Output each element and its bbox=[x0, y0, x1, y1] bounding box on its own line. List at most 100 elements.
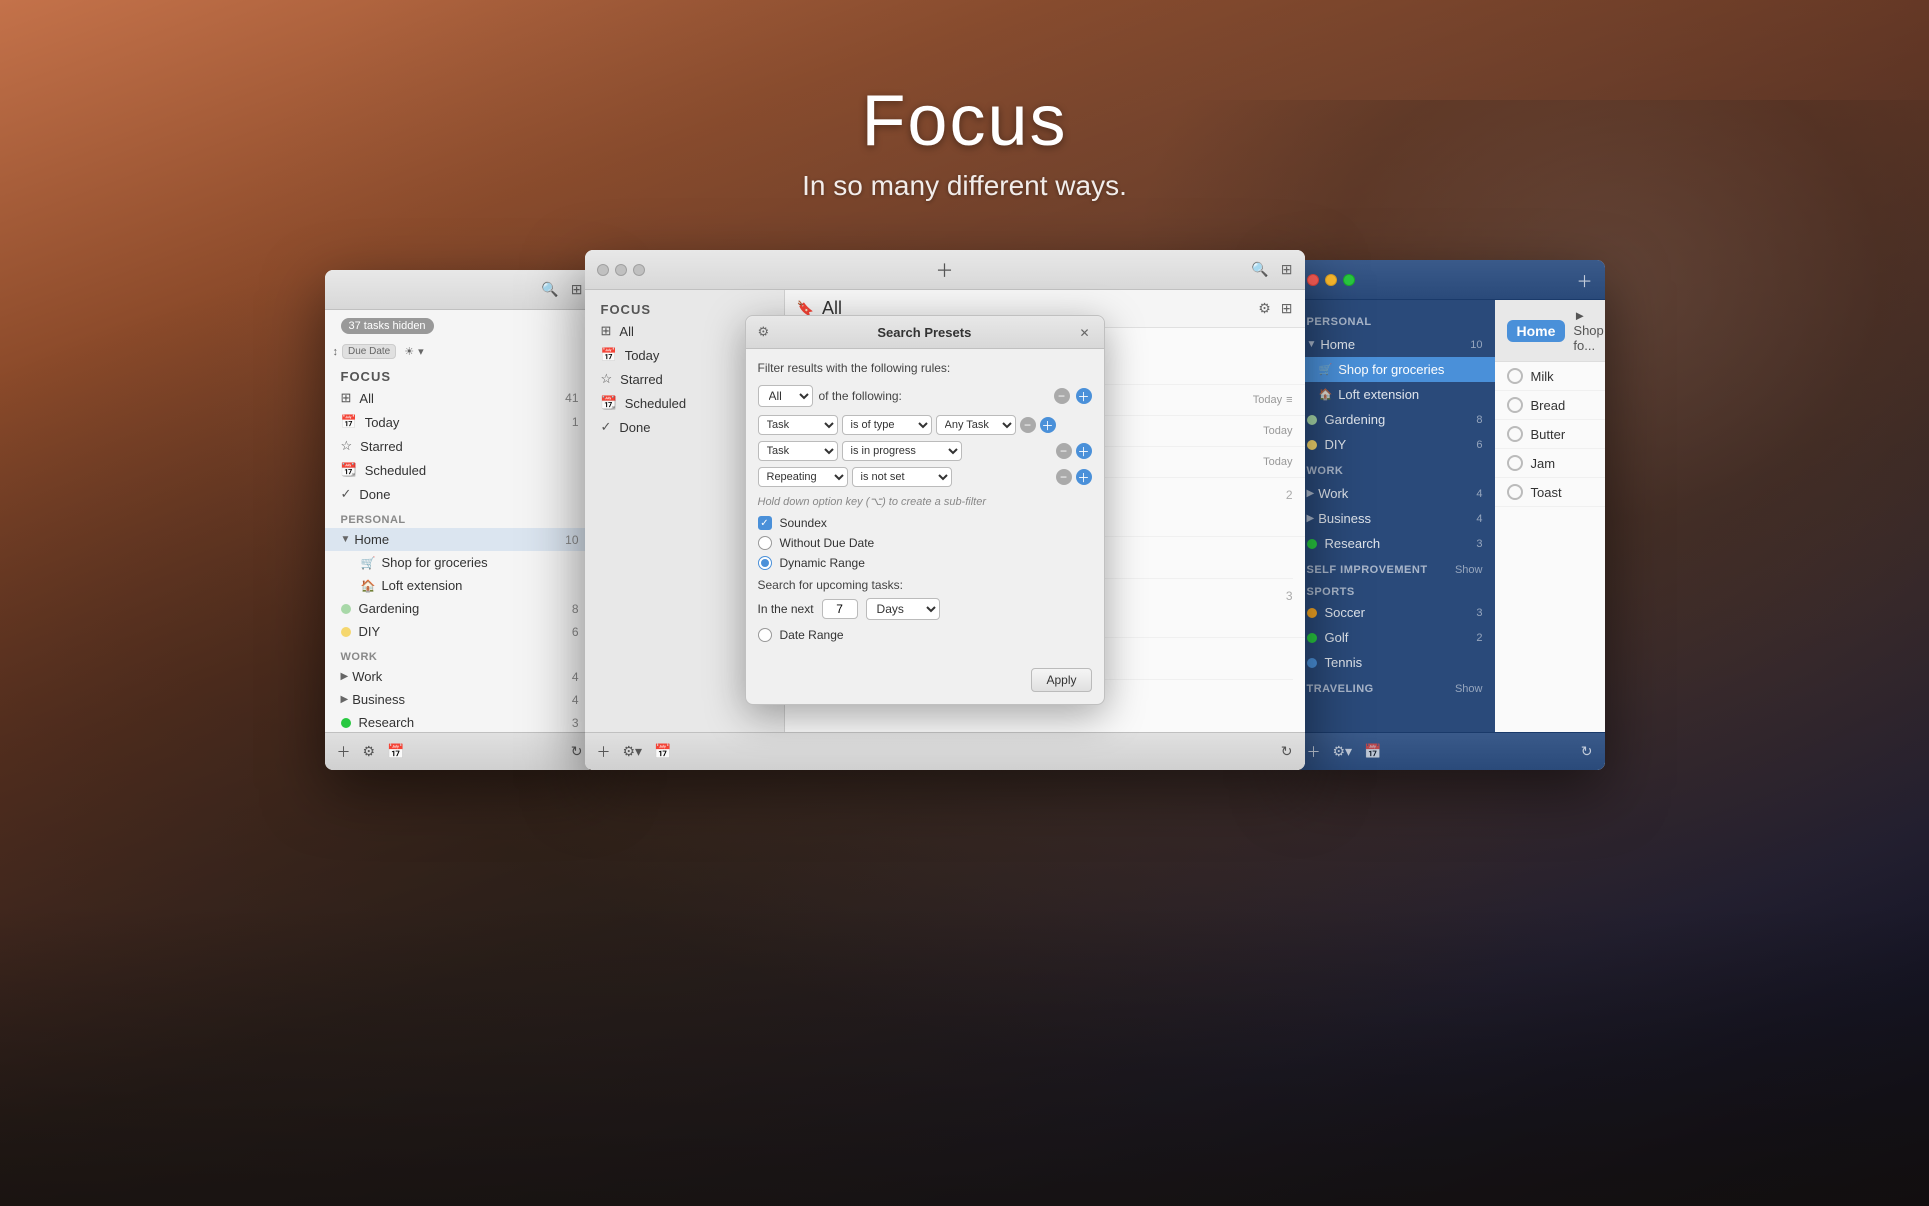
bread-checkbox[interactable] bbox=[1507, 397, 1523, 413]
home-tab-active[interactable]: Home bbox=[1507, 320, 1566, 342]
rule1-add-btn[interactable]: ＋ bbox=[1040, 417, 1056, 433]
gear-icon-left[interactable]: ⚙ bbox=[363, 743, 376, 760]
apply-button[interactable]: Apply bbox=[1031, 668, 1091, 692]
search-icon-middle[interactable]: 🔍 bbox=[1251, 261, 1268, 278]
sidebar-item-loft[interactable]: 🏠 Loft extension bbox=[325, 574, 595, 597]
sidebar-item-research[interactable]: Research 3 bbox=[325, 711, 595, 734]
gardening-dot bbox=[341, 604, 351, 614]
tl-maximize[interactable] bbox=[633, 264, 645, 276]
soundex-checkbox[interactable]: ✓ bbox=[758, 516, 772, 530]
rule1-remove-btn[interactable]: − bbox=[1020, 417, 1036, 433]
tl-close-right[interactable] bbox=[1307, 274, 1319, 286]
search-icon-left[interactable]: 🔍 bbox=[541, 281, 558, 298]
tl-maximize-right[interactable] bbox=[1343, 274, 1355, 286]
panel-icon-left[interactable]: ⊞ bbox=[571, 281, 583, 298]
without-due-date-row[interactable]: Without Due Date bbox=[758, 536, 1092, 550]
rule1-value-select[interactable]: Any Task bbox=[936, 415, 1016, 435]
rule1-condition-select[interactable]: is of type bbox=[842, 415, 932, 435]
without-due-date-radio[interactable] bbox=[758, 536, 772, 550]
soundex-row[interactable]: ✓ Soundex bbox=[758, 516, 1092, 530]
add-icon-right[interactable]: ＋ bbox=[1307, 742, 1321, 762]
sidebar-item-diy[interactable]: DIY 6 bbox=[325, 620, 595, 643]
right-sidebar-diy[interactable]: DIY 6 bbox=[1295, 432, 1495, 457]
shop-toast[interactable]: Toast bbox=[1495, 478, 1605, 507]
sync-icon-left[interactable]: ↻ bbox=[571, 743, 583, 760]
self-improvement-show[interactable]: Show bbox=[1455, 564, 1483, 576]
add-icon-left[interactable]: ＋ bbox=[337, 742, 351, 762]
sidebar-item-business[interactable]: ▶ Business 4 bbox=[325, 688, 595, 711]
sidebar-item-home[interactable]: ▼ Home 10 bbox=[325, 528, 595, 551]
tl-minimize-right[interactable] bbox=[1325, 274, 1337, 286]
right-sidebar-soccer[interactable]: Soccer 3 bbox=[1295, 600, 1495, 625]
settings-icon-mid[interactable]: ⚙ bbox=[1258, 300, 1271, 317]
tl-minimize[interactable] bbox=[615, 264, 627, 276]
sidebar-item-gardening[interactable]: Gardening 8 bbox=[325, 597, 595, 620]
rule2-remove-btn[interactable]: − bbox=[1056, 443, 1072, 459]
calendar-icon-mid[interactable]: 📅 bbox=[654, 743, 671, 760]
shop-butter[interactable]: Butter bbox=[1495, 420, 1605, 449]
calendar-icon-left[interactable]: 📅 bbox=[387, 743, 404, 760]
tl-close[interactable] bbox=[597, 264, 609, 276]
gear-icon-right[interactable]: ⚙▾ bbox=[1333, 743, 1353, 760]
rule2-add-btn[interactable]: ＋ bbox=[1076, 443, 1092, 459]
panel-icon-middle[interactable]: ⊞ bbox=[1281, 261, 1293, 278]
right-sidebar-tennis[interactable]: Tennis bbox=[1295, 650, 1495, 675]
right-sidebar-work[interactable]: ▶ Work 4 bbox=[1295, 481, 1495, 506]
sidebar-item-all[interactable]: ⊞ All 41 bbox=[325, 386, 595, 410]
dynamic-range-row[interactable]: Dynamic Range bbox=[758, 556, 1092, 570]
toast-checkbox[interactable] bbox=[1507, 484, 1523, 500]
days-number-input[interactable] bbox=[822, 599, 858, 619]
plus-icon-middle[interactable]: ＋ bbox=[936, 257, 954, 283]
sidebar-item-starred[interactable]: ☆ Starred bbox=[325, 434, 595, 458]
date-range-radio[interactable] bbox=[758, 628, 772, 642]
butter-checkbox[interactable] bbox=[1507, 426, 1523, 442]
filter-add-rule-btn[interactable]: ＋ bbox=[1076, 388, 1092, 404]
days-unit-select[interactable]: Days Weeks Months bbox=[866, 598, 940, 620]
rule1-field-select[interactable]: Task bbox=[758, 415, 838, 435]
sidebar-item-shop-groceries[interactable]: 🛒 Shop for groceries bbox=[325, 551, 595, 574]
right-sidebar-business[interactable]: ▶ Business 4 bbox=[1295, 506, 1495, 531]
shop-milk[interactable]: Milk bbox=[1495, 362, 1605, 391]
shop-tab[interactable]: ► Shop fo... bbox=[1573, 308, 1603, 353]
right-sidebar-gardening[interactable]: Gardening 8 bbox=[1295, 407, 1495, 432]
sun-icon[interactable]: ☀ bbox=[404, 345, 414, 358]
sidebar-item-work[interactable]: ▶ Work 4 bbox=[325, 665, 595, 688]
shop-bread[interactable]: Bread bbox=[1495, 391, 1605, 420]
date-range-label: Date Range bbox=[780, 628, 844, 642]
rule3-remove-btn[interactable]: − bbox=[1056, 469, 1072, 485]
rule3-condition-select[interactable]: is not set bbox=[852, 467, 952, 487]
right-sidebar-home[interactable]: ▼ Home 10 bbox=[1295, 332, 1495, 357]
calendar-icon-right[interactable]: 📅 bbox=[1364, 743, 1381, 760]
rule3-add-btn[interactable]: ＋ bbox=[1076, 469, 1092, 485]
layout-icon-mid[interactable]: ⊞ bbox=[1281, 300, 1293, 317]
sidebar-item-scheduled[interactable]: 📆 Scheduled bbox=[325, 458, 595, 482]
right-sidebar-loft[interactable]: 🏠 Loft extension bbox=[1295, 382, 1495, 407]
rule2-field-select[interactable]: Task bbox=[758, 441, 838, 461]
traveling-show[interactable]: Show bbox=[1455, 683, 1483, 695]
right-sidebar-shop-groc[interactable]: 🛒 Shop for groceries bbox=[1295, 357, 1495, 382]
jam-checkbox[interactable] bbox=[1507, 455, 1523, 471]
dialog-close-button[interactable]: ✕ bbox=[1080, 326, 1092, 338]
shop-jam[interactable]: Jam bbox=[1495, 449, 1605, 478]
right-sidebar-research[interactable]: Research 3 bbox=[1295, 531, 1495, 556]
rule3-field-select[interactable]: Repeating bbox=[758, 467, 848, 487]
right-sidebar-golf[interactable]: Golf 2 bbox=[1295, 625, 1495, 650]
filter-all-select[interactable]: All Any bbox=[758, 385, 813, 407]
sidebar-item-done[interactable]: ✓ Done bbox=[325, 482, 595, 506]
rule2-condition-select[interactable]: is in progress bbox=[842, 441, 962, 461]
sports-section: SPORTS bbox=[1307, 586, 1355, 598]
date-range-row[interactable]: Date Range bbox=[758, 628, 1092, 642]
plus-icon-right[interactable]: ＋ bbox=[1576, 268, 1592, 292]
add-icon-mid[interactable]: ＋ bbox=[597, 742, 611, 762]
titlebar-right: ＋ bbox=[1295, 260, 1605, 300]
sync-icon-mid[interactable]: ↻ bbox=[1281, 743, 1293, 760]
shop-icon-right: 🛒 bbox=[1319, 363, 1333, 376]
filter-remove-all-btn[interactable]: − bbox=[1054, 388, 1070, 404]
sort-due-date[interactable]: Due Date bbox=[342, 344, 396, 359]
sidebar-item-today[interactable]: 📅 Today 1 bbox=[325, 410, 595, 434]
chevron-icon[interactable]: ▾ bbox=[418, 345, 424, 358]
gear-icon-mid[interactable]: ⚙▾ bbox=[623, 743, 643, 760]
dynamic-range-radio[interactable] bbox=[758, 556, 772, 570]
milk-checkbox[interactable] bbox=[1507, 368, 1523, 384]
sync-icon-right[interactable]: ↻ bbox=[1581, 743, 1593, 760]
